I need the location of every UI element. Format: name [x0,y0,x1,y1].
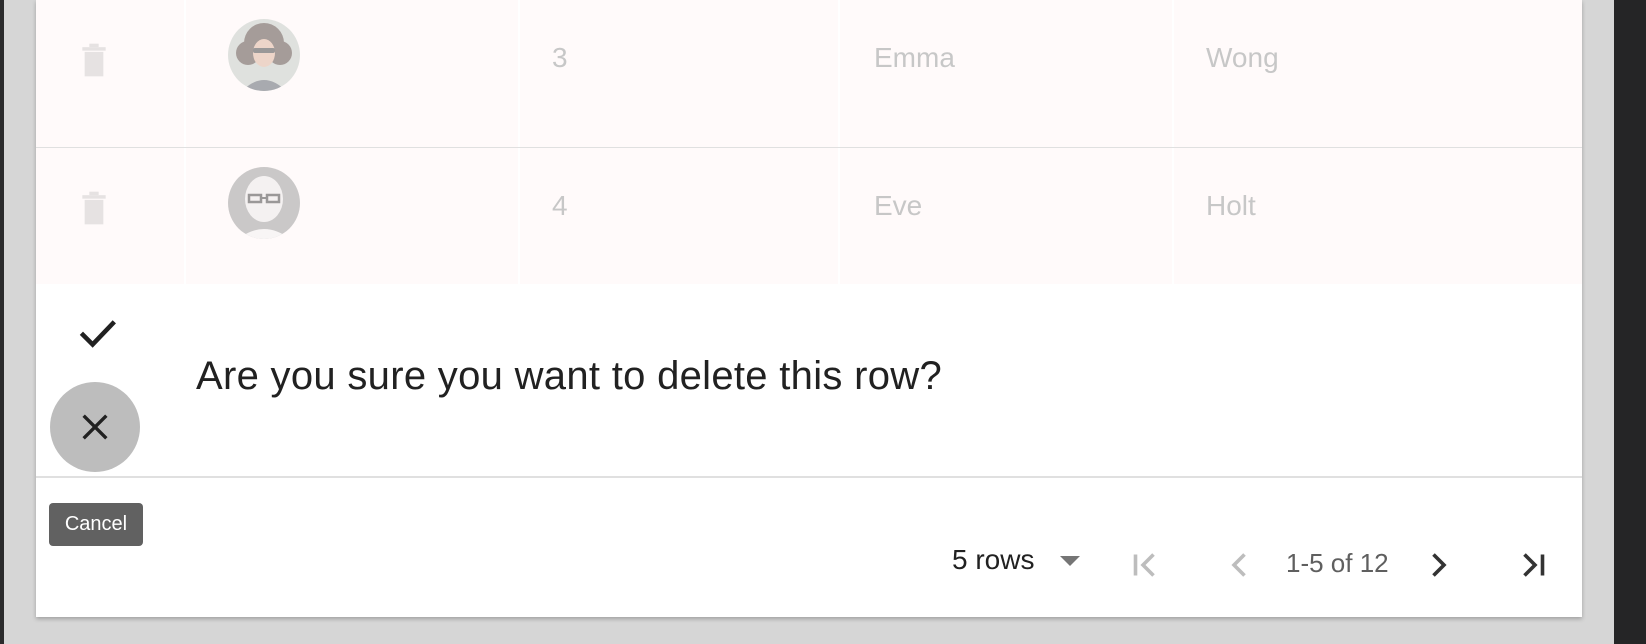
curly-hair-woman-avatar [228,19,300,91]
check-icon[interactable] [76,313,118,355]
avatar [228,19,300,91]
cell-id: 3 [552,42,568,73]
bald-man-glasses-avatar [228,167,300,239]
cell-divider [518,0,520,147]
close-icon [82,414,108,440]
cell-last-name: Holt [1206,190,1256,221]
delete-confirmation-message: Are you sure you want to delete this row… [196,354,943,398]
cancel-tooltip: Cancel [49,503,143,546]
trash-icon[interactable] [80,189,108,227]
table-row: 4 Eve Holt [36,148,1582,297]
cell-divider [838,0,840,147]
table-card: 3 Emma Wong 4 Eve Holt Are you sure you … [36,0,1582,617]
cell-divider [184,0,186,147]
first-page-icon[interactable] [1128,547,1164,583]
previous-page-icon[interactable] [1222,547,1258,583]
cell-last-name: Wong [1206,42,1279,73]
cell-divider [184,148,186,295]
window-edge-right [1614,0,1646,644]
cell-divider [1172,148,1174,295]
avatar [228,167,300,239]
table-row: 3 Emma Wong [36,0,1582,149]
cell-first-name: Emma [874,42,955,73]
trash-icon[interactable] [80,41,108,79]
cell-id: 4 [552,190,568,221]
cell-first-name: Eve [874,190,923,221]
cell-divider [518,148,520,295]
last-page-icon[interactable] [1514,547,1550,583]
rows-per-page-select[interactable]: 5 rows [952,544,1034,576]
cell-divider [1172,0,1174,147]
window-edge-left [0,0,4,644]
chevron-down-icon[interactable] [1060,556,1080,566]
next-page-icon[interactable] [1420,547,1456,583]
cell-divider [838,148,840,295]
page-range: 1-5 of 12 [1286,548,1389,578]
cancel-delete-button[interactable] [50,382,140,472]
delete-confirmation-row: Are you sure you want to delete this row… [36,284,1582,478]
